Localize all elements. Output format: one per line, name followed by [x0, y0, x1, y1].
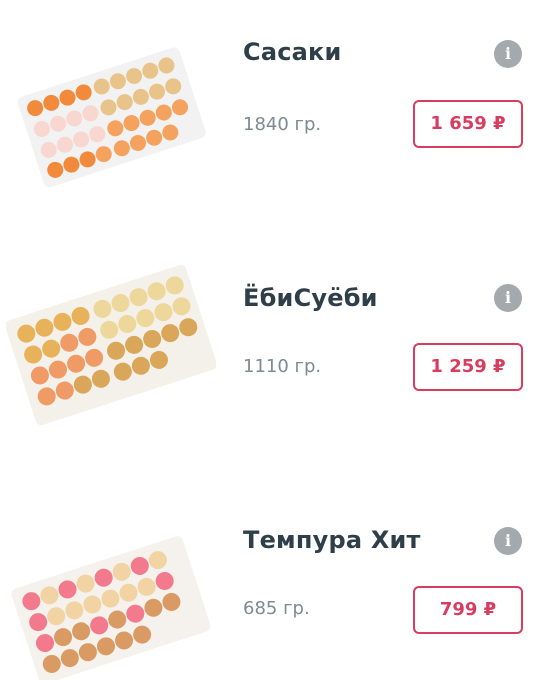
product-weight: 1840 гр.: [243, 114, 322, 135]
product-title[interactable]: ЁбиСуёби: [243, 284, 378, 312]
product-weight: 1110 гр.: [243, 356, 322, 377]
info-icon[interactable]: i: [494, 527, 522, 555]
price-button[interactable]: 799 ₽: [413, 586, 523, 634]
product-title[interactable]: Сасаки: [243, 38, 342, 66]
price-button[interactable]: 1 259 ₽: [413, 343, 523, 391]
product-image[interactable]: [6, 30, 216, 200]
product-image[interactable]: [6, 260, 216, 430]
info-icon[interactable]: i: [494, 40, 522, 68]
product-card: Темпура Хит i 685 гр. 799 ₽: [0, 480, 547, 680]
product-image[interactable]: [6, 525, 216, 680]
product-weight: 685 гр.: [243, 598, 310, 619]
price-button[interactable]: 1 659 ₽: [413, 100, 523, 148]
product-card: Сасаки i 1840 гр. 1 659 ₽: [0, 0, 547, 200]
product-title[interactable]: Темпура Хит: [243, 526, 421, 554]
product-card: ЁбиСуёби i 1110 гр. 1 259 ₽: [0, 240, 547, 440]
info-icon[interactable]: i: [494, 284, 522, 312]
